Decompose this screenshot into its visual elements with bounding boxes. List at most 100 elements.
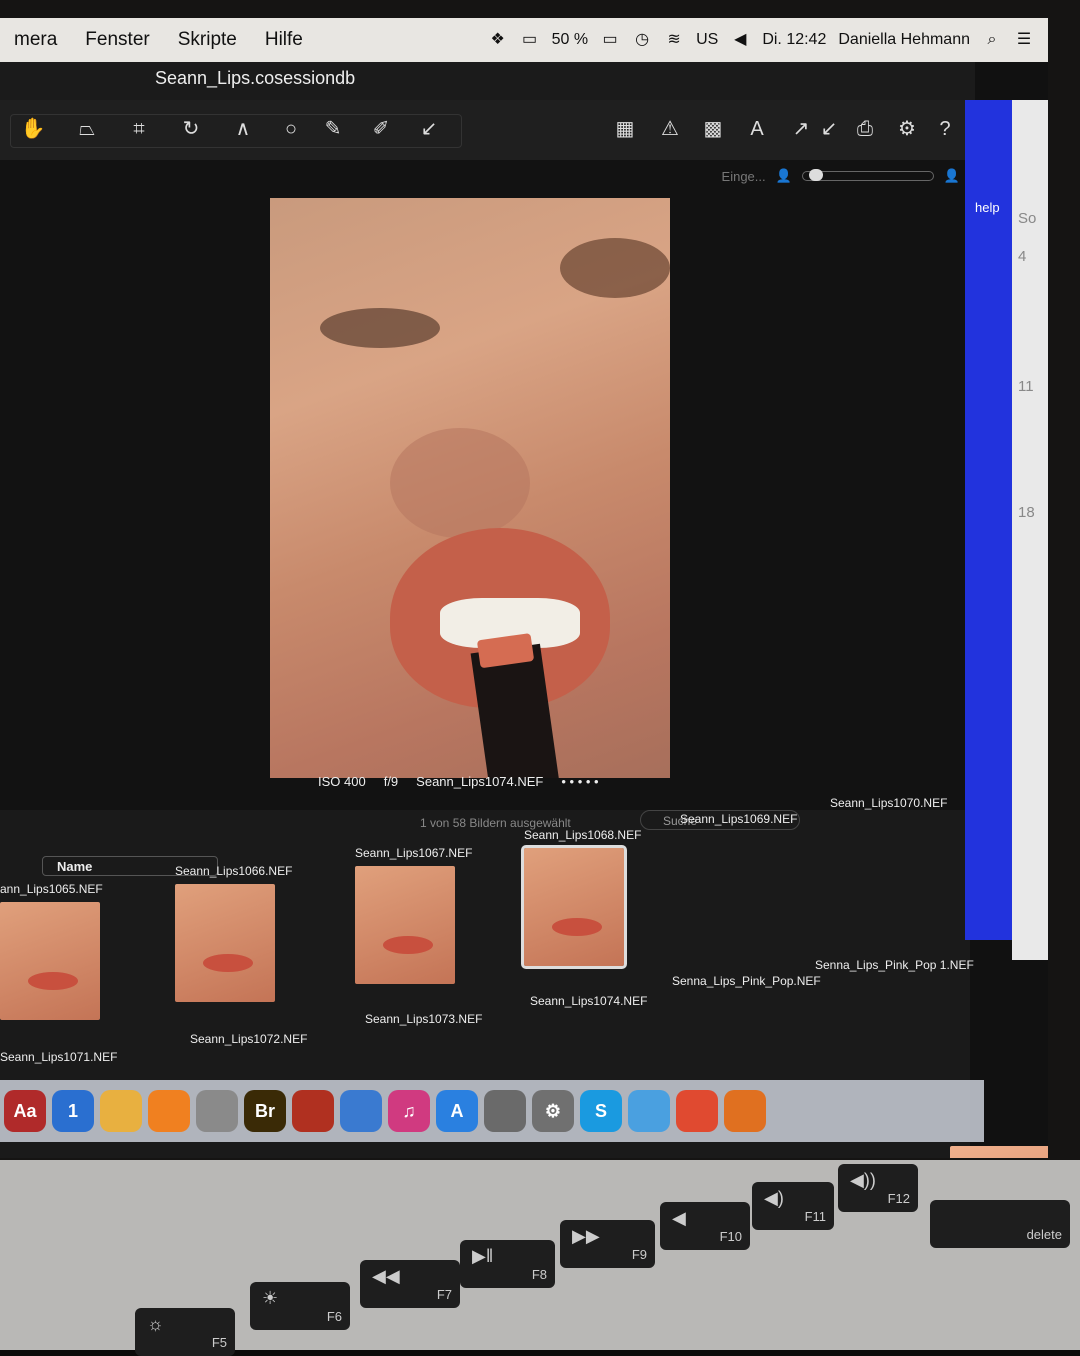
person-small-icon: 👤: [775, 168, 792, 183]
key-f11[interactable]: ◀) F11: [752, 1182, 834, 1230]
thumbnail-label-row2[interactable]: Senna_Lips_Pink_Pop.NEF: [672, 974, 821, 990]
menu-hilfe[interactable]: Hilfe: [251, 29, 317, 51]
thumbnail-filename: Senna_Lips_Pink_Pop 1.NEF: [815, 958, 974, 972]
battery-percent: 50 %: [551, 31, 589, 48]
ibooks-icon[interactable]: [148, 1090, 190, 1132]
thumbnail[interactable]: Seann_Lips1066.NEF: [175, 864, 323, 1002]
key-f12[interactable]: ◀)) F12: [838, 1164, 918, 1212]
thumbnail-filename: Seann_Lips1070.NEF: [830, 796, 948, 810]
warning-icon[interactable]: ⚠: [655, 116, 685, 142]
chrome-icon[interactable]: [676, 1090, 718, 1132]
dropbox-icon[interactable]: ❖: [488, 32, 508, 48]
time-machine-icon[interactable]: ◷: [632, 32, 652, 48]
mask-tool-icon[interactable]: ○: [276, 116, 306, 142]
thumbnail[interactable]: Seann_Lips1069.NEF: [680, 812, 828, 950]
notification-center-icon[interactable]: ☰: [1014, 32, 1034, 48]
key-f6[interactable]: ☀ F6: [250, 1282, 350, 1330]
menu-extras: ❖ ▭ 50 % ▭ ◷ ≋ US ◀ Di. 12:42 Daniella H…: [488, 31, 1048, 49]
thumbnail-label-row2[interactable]: Seann_Lips1074.NEF: [530, 994, 678, 1010]
thumbnail-label-row2[interactable]: Seann_Lips1071.NEF: [0, 1050, 148, 1066]
photos-icon[interactable]: [100, 1090, 142, 1132]
thumbnail-label-row2[interactable]: Seann_Lips1073.NEF: [365, 1012, 513, 1028]
brush-tool-icon[interactable]: ✎: [318, 116, 348, 142]
keystone-tool-icon[interactable]: ⏢: [72, 116, 102, 142]
thumbnail-image: [521, 845, 627, 969]
dock: Aa 1 Br ♫ A ⚙ S: [0, 1080, 984, 1142]
mail-icon[interactable]: [484, 1090, 526, 1132]
user-name[interactable]: Daniella Hehmann: [838, 31, 970, 49]
copy-adjustments-icon[interactable]: ↗: [786, 116, 816, 142]
image-info-bar: ISO 400 f/9 Seann_Lips1074.NEF • • • • •: [318, 766, 668, 796]
calendar-strip: So 4 11 18: [1012, 100, 1048, 960]
toolbar: ✋ ⏢ ⌗ ↻ ∧ ○ ✎ ✐ ↙ ▦ ⚠ ▩ A ↗ ↙ ⎙ ⚙ ?: [0, 100, 970, 161]
spotlight-icon[interactable]: ⌕: [982, 32, 1002, 48]
photo-booth-icon[interactable]: [292, 1090, 334, 1132]
clock[interactable]: Di. 12:42: [762, 31, 826, 49]
thumbnail[interactable]: Seann_Lips1067.NEF: [355, 846, 503, 984]
input-source[interactable]: US: [696, 31, 718, 49]
dvd-icon[interactable]: [340, 1090, 382, 1132]
thumbnail-filename: Seann_Lips1069.NEF: [680, 812, 798, 826]
thumbnail-mouth: [383, 936, 433, 954]
thumbnail[interactable]: ann_Lips1065.NEF: [0, 882, 148, 1020]
focus-mask-icon[interactable]: ▩: [698, 116, 728, 142]
app-store-icon[interactable]: A: [436, 1090, 478, 1132]
key-f9[interactable]: ▶▶ F9: [560, 1220, 655, 1268]
apply-adjustments-icon[interactable]: ↙: [814, 116, 844, 142]
dictionary-icon[interactable]: Aa: [4, 1090, 46, 1132]
key-f7[interactable]: ◀◀ F7: [360, 1260, 460, 1308]
thumbnail[interactable]: Seann_Lips1070.NEF: [830, 796, 1048, 1158]
rating-dots[interactable]: • • • • •: [561, 774, 598, 789]
crop-tool-icon[interactable]: ⌗: [124, 116, 154, 142]
thumbnail-mouth: [203, 954, 253, 972]
preview-icon[interactable]: [196, 1090, 238, 1132]
key-f10[interactable]: ◀ F10: [660, 1202, 750, 1250]
itunes-icon[interactable]: ♫: [388, 1090, 430, 1132]
volume-icon[interactable]: ◀: [730, 32, 750, 48]
firefox-icon[interactable]: [724, 1090, 766, 1132]
person-large-icon: 👤: [943, 168, 960, 183]
help-icon[interactable]: ?: [930, 116, 960, 142]
finder-icon[interactable]: [628, 1090, 670, 1132]
picker-tool-icon[interactable]: ✐: [366, 116, 396, 142]
apply-tool-icon[interactable]: ↙: [414, 116, 444, 142]
battery-icon[interactable]: ▭: [600, 32, 620, 48]
skype-icon[interactable]: S: [580, 1090, 622, 1132]
menu-skripte[interactable]: Skripte: [164, 29, 251, 51]
wifi-icon[interactable]: ≋: [664, 32, 684, 48]
thumbnail-selected[interactable]: Seann_Lips1068.NEF: [521, 828, 672, 969]
system-preferences-icon[interactable]: ⚙: [532, 1090, 574, 1132]
print-icon[interactable]: ⎙: [850, 116, 880, 142]
settings-gear-icon[interactable]: ⚙: [892, 116, 922, 142]
thumbnail-label-row2[interactable]: Senna_Lips_Pink_Pop 1.NEF: [815, 958, 974, 974]
viewer-header: Einge... 👤 👤: [722, 168, 960, 184]
thumbnail-label-row2[interactable]: Seann_Lips1072.NEF: [190, 1032, 338, 1048]
calendar-day-number: 4: [1018, 248, 1027, 265]
thumbnail-filename: Seann_Lips1068.NEF: [524, 828, 642, 842]
grid-icon[interactable]: ▦: [610, 116, 640, 142]
screen: mera Fenster Skripte Hilfe ❖ ▭ 50 % ▭ ◷ …: [0, 18, 1048, 1158]
main-photo[interactable]: [270, 198, 670, 778]
menu-bar: mera Fenster Skripte Hilfe ❖ ▭ 50 % ▭ ◷ …: [0, 18, 1048, 62]
rotate-tool-icon[interactable]: ↻: [176, 116, 206, 142]
calendar-day-number: 11: [1018, 378, 1034, 395]
straighten-tool-icon[interactable]: ∧: [228, 116, 258, 142]
bridge-icon[interactable]: Br: [244, 1090, 286, 1132]
thumbnail-image: [355, 866, 455, 984]
text-icon[interactable]: A: [742, 116, 772, 142]
key-f5[interactable]: ☼ F5: [135, 1308, 235, 1356]
pan-tool-icon[interactable]: ✋: [18, 116, 48, 142]
menu-fenster[interactable]: Fenster: [71, 29, 163, 51]
eingabe-label: Einge...: [721, 168, 766, 184]
zoom-slider[interactable]: [801, 169, 934, 181]
thumbnail-image: [0, 902, 100, 1020]
key-delete[interactable]: delete: [930, 1200, 1070, 1248]
thumbnail-filename: Seann_Lips1072.NEF: [190, 1032, 308, 1046]
photo-eye-right: [560, 238, 670, 298]
1password-icon[interactable]: 1: [52, 1090, 94, 1132]
iso-value: ISO 400: [318, 773, 366, 789]
help-label[interactable]: help: [975, 200, 1000, 215]
key-f8[interactable]: ▶‖ F8: [460, 1240, 555, 1288]
menu-camera[interactable]: mera: [0, 29, 71, 51]
airplay-icon[interactable]: ▭: [520, 32, 540, 48]
